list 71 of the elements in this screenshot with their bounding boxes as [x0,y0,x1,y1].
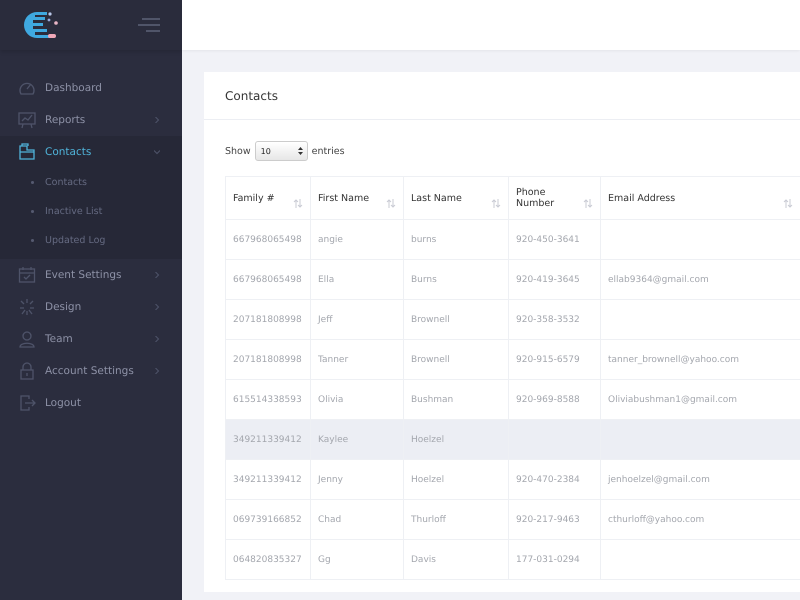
table-cell: 920-358-3532 [516,314,580,324]
submenu-item[interactable]: Inactive List [0,197,182,226]
menu-icon[interactable] [138,18,160,32]
table-cell: Brownell [411,314,450,324]
table-cell: 920-217-9463 [516,514,580,524]
logo-icon [23,11,59,39]
table-cell: Burns [411,274,437,284]
table-cell: Davis [411,554,436,564]
table-cell: Ella [318,274,334,284]
table-cell: 920-969-8588 [516,394,580,404]
table-cell: 069739166852 [233,514,302,524]
table-cell: Hoelzel [411,474,444,484]
calendar-icon [18,266,36,284]
table-cell: burns [411,234,436,244]
table-cell: Chad [318,514,342,524]
table-cell: 667968065498 [233,234,302,244]
sort-icon [491,198,501,208]
table-cell: 920-419-3645 [516,274,580,284]
table-cell: tanner_brownell@yahoo.com [608,354,739,364]
sidebar-item[interactable]: Reports [0,104,182,136]
chart-icon [18,111,36,129]
column-header[interactable]: Family # [226,176,310,220]
table-cell: 064820835327 [233,554,302,564]
sort-icon [386,198,396,208]
table-cell: angie [318,234,343,244]
table-cell: 920-450-3641 [516,234,580,244]
table-cell: Tanner [318,354,348,364]
updown-icon [298,147,303,155]
table-cell: Olivia [318,394,344,404]
table-cell: Kaylee [318,434,348,444]
sidebar-item[interactable]: Team [0,323,182,355]
sidebar-item[interactable]: Design [0,291,182,323]
entries-label: entries [312,146,345,156]
sidebar-item[interactable]: Logout [0,387,182,419]
table-cell: jenhoelzel@gmail.com [608,474,710,484]
logout-icon [18,394,36,412]
lock-icon [18,362,36,380]
pattern-icon [18,298,36,316]
table-cell: Bushman [411,394,454,404]
submenu-item[interactable]: Contacts [0,168,182,197]
folder-icon [18,143,36,161]
sidebar-item[interactable]: Account Settings [0,355,182,387]
table-cell: 920-915-6579 [516,354,580,364]
table-cell: Thurloff [411,514,446,524]
sort-icon [583,198,593,208]
page-size-select[interactable]: 10 [254,141,308,161]
table-cell: Oliviabushman1@gmail.com [608,394,738,404]
table-cell: cthurloff@yahoo.com [608,514,704,524]
table-cell: 615514338593 [233,394,302,404]
table-cell: Hoelzel [411,434,444,444]
person-icon [18,330,36,348]
table-cell: Brownell [411,354,450,364]
table-cell: 349211339412 [233,474,302,484]
show-label: Show [225,146,251,156]
sort-icon [293,198,303,208]
table-cell: 207181808998 [233,314,302,324]
table-cell: 349211339412 [233,434,302,444]
sort-icon [783,198,793,208]
card-title: Contacts [204,72,800,120]
submenu-item[interactable]: Updated Log [0,226,182,255]
table-cell: 207181808998 [233,354,302,364]
table-cell: Jenny [318,474,343,484]
table-cell: 667968065498 [233,274,302,284]
table-cell: 177-031-0294 [516,554,580,564]
table-cell: Jeff [318,314,332,324]
table-cell: ellab9364@gmail.com [608,274,709,284]
table-cell: 920-470-2384 [516,474,580,484]
table-cell: Gg [318,554,331,564]
sidebar-item[interactable]: Contacts [0,136,182,168]
sidebar-item[interactable]: Event Settings [0,259,182,291]
sidebar-item[interactable]: Dashboard [0,72,182,104]
